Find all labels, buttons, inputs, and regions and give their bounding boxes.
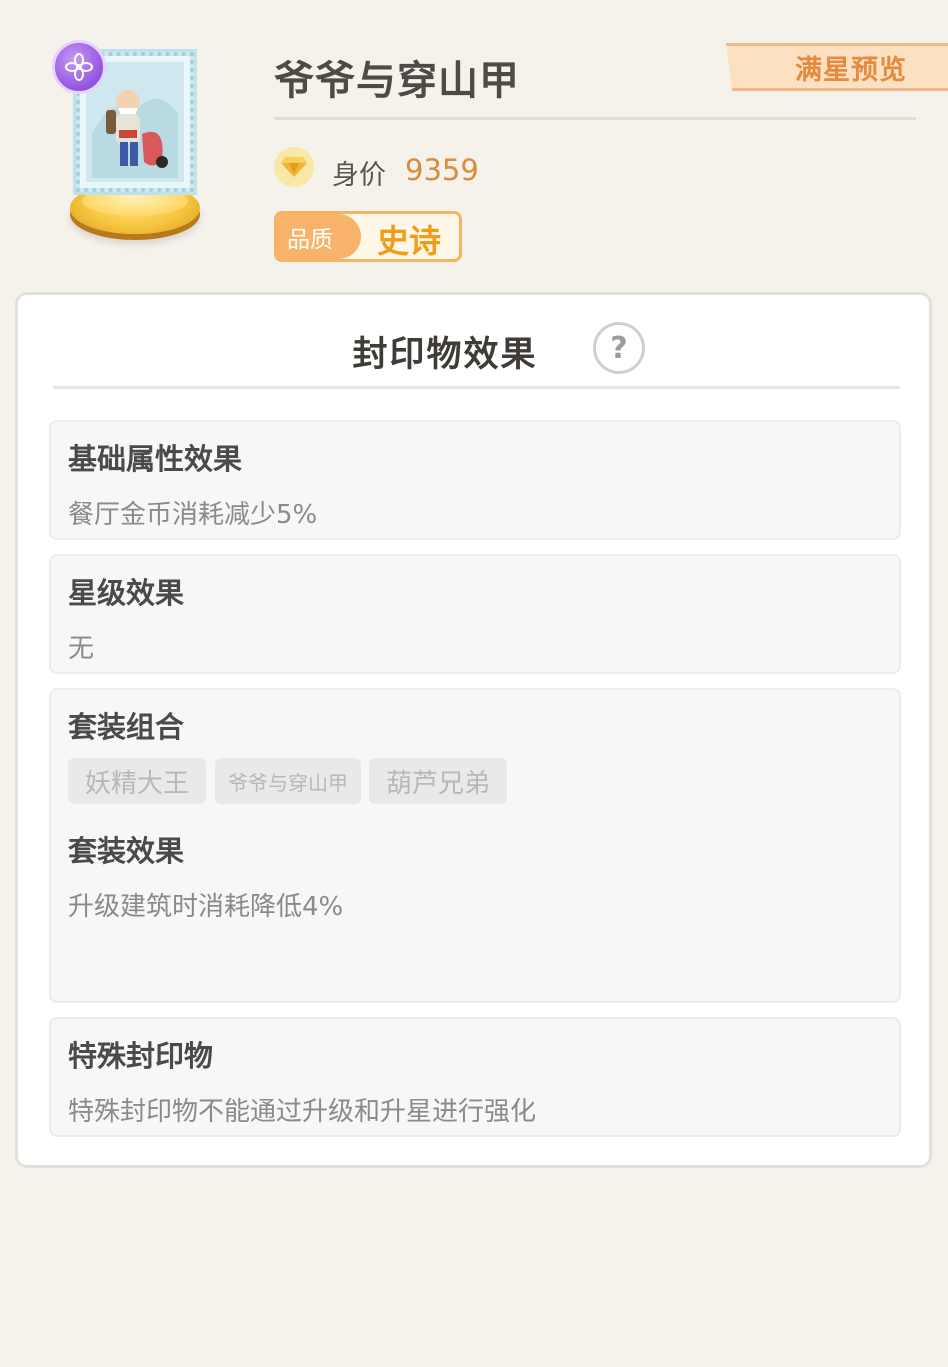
set-chip-grandpa-pangolin[interactable]: 爷爷与穿山甲 <box>215 758 361 804</box>
set-combo-title: 套装组合 <box>68 710 185 744</box>
set-combo-card: 套装组合 妖精大王 爷爷与穿山甲 葫芦兄弟 套装效果 升级建筑时消耗降低4% <box>49 688 901 1003</box>
base-effect-text: 餐厅金币消耗减少5% <box>68 500 318 530</box>
diamond-icon <box>281 157 307 177</box>
quality-label: 品质 <box>277 214 361 259</box>
item-title: 爷爷与穿山甲 <box>274 58 520 104</box>
panel-title: 封印物效果 <box>352 335 538 375</box>
set-chip-huluxiongdi[interactable]: 葫芦兄弟 <box>369 758 507 804</box>
flower-icon <box>65 53 93 81</box>
quality-value: 史诗 <box>377 222 442 260</box>
item-icon <box>52 40 202 240</box>
base-effect-card: 基础属性效果 餐厅金币消耗减少5% <box>49 420 901 540</box>
title-divider <box>274 117 916 120</box>
star-effect-text: 无 <box>68 634 95 664</box>
special-seal-text: 特殊封印物不能通过升级和升星进行强化 <box>68 1097 537 1127</box>
grandpa-pangolin-illustration <box>92 90 178 178</box>
panel-divider <box>53 386 900 389</box>
special-seal-card: 特殊封印物 特殊封印物不能通过升级和升星进行强化 <box>49 1017 901 1137</box>
set-chip-yaojing-dawang[interactable]: 妖精大王 <box>68 758 206 804</box>
price-value: 9359 <box>405 153 479 187</box>
full-star-preview-button[interactable]: 满星预览 <box>726 43 948 91</box>
rarity-badge-icon <box>52 40 106 94</box>
star-effect-card: 星级效果 无 <box>49 554 901 674</box>
set-effect-text: 升级建筑时消耗降低4% <box>68 892 344 922</box>
base-effect-title: 基础属性效果 <box>68 442 243 476</box>
star-effect-title: 星级效果 <box>68 576 185 610</box>
help-icon[interactable]: ? <box>593 322 645 374</box>
set-effect-title: 套装效果 <box>68 834 185 868</box>
special-seal-title: 特殊封印物 <box>68 1039 214 1073</box>
gem-icon <box>274 147 314 187</box>
quality-tag: 品质 史诗 <box>274 211 462 262</box>
price-label: 身价 <box>332 160 386 191</box>
preview-button-label: 满星预览 <box>795 54 907 86</box>
